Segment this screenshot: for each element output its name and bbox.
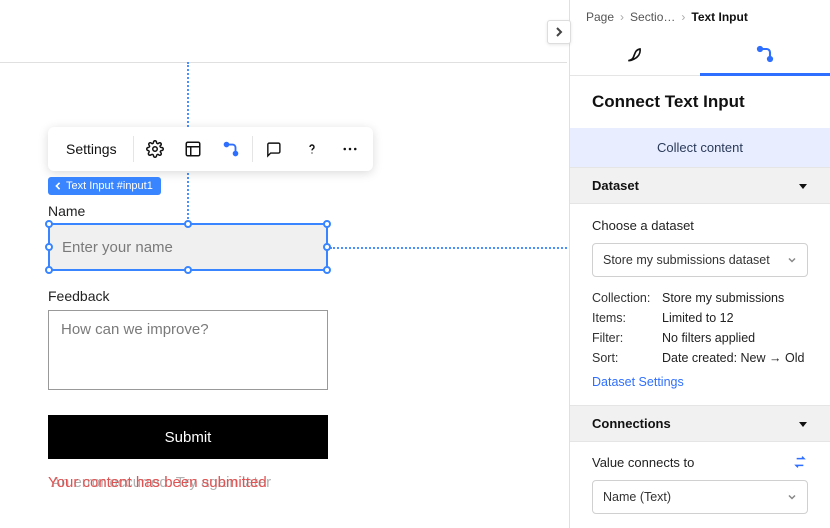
resize-handle-w[interactable] [45,243,53,251]
value-connects-row: Value connects to [570,442,830,480]
breadcrumb-current: Text Input [691,10,747,24]
editor-canvas: Settings Text Input #input1 Name Enter y… [0,0,567,528]
items-value: Limited to 12 [662,311,808,325]
element-badge[interactable]: Text Input #input1 [48,177,161,195]
breadcrumb: Page › Sectio… › Text Input [570,0,830,24]
collect-content-row[interactable]: Collect content [570,128,830,167]
chevron-down-icon [787,492,797,502]
dataset-section-body: Choose a dataset Store my submissions da… [570,204,830,405]
filter-value: No filters applied [662,331,808,345]
sort-key: Sort: [592,351,662,365]
value-field-select[interactable]: Name (Text) [592,480,808,514]
canvas-top-divider [0,62,567,63]
items-key: Items: [592,311,662,325]
gear-icon[interactable] [136,127,174,171]
toolbar-divider [133,136,134,162]
inspector-panel: Page › Sectio… › Text Input Connect Text… [569,0,830,528]
dataset-meta: Collection: Store my submissions Items: … [592,291,808,365]
connections-section-body: Name (Text) [570,480,830,528]
chevron-right-icon: › [620,10,624,24]
dataset-selected-value: Store my submissions dataset [603,253,770,267]
more-icon[interactable] [331,127,369,171]
resize-handle-n[interactable] [184,220,192,228]
name-label: Name [48,203,85,219]
layout-icon[interactable] [174,127,212,171]
toolbar-divider [252,136,253,162]
feedback-label: Feedback [48,288,109,304]
settings-button[interactable]: Settings [52,127,131,171]
name-input[interactable]: Enter your name [48,223,328,271]
name-placeholder: Enter your name [62,239,173,256]
swap-icon[interactable] [792,454,808,470]
dataset-header-label: Dataset [592,178,639,193]
connections-header-label: Connections [592,416,671,431]
dataset-settings-link[interactable]: Dataset Settings [592,375,684,389]
feedback-placeholder: How can we improve? [61,321,209,338]
sort-value: Date created: New → Old [662,351,808,365]
caret-down-icon [798,419,808,429]
tab-connect[interactable] [700,32,830,75]
comment-icon[interactable] [255,127,293,171]
panel-tabs [570,32,830,76]
collection-key: Collection: [592,291,662,305]
resize-handle-sw[interactable] [45,266,53,274]
value-connects-label: Value connects to [592,455,694,470]
resize-handle-ne[interactable] [323,220,331,228]
tab-design[interactable] [570,32,700,75]
chevron-down-icon [787,255,797,265]
resize-handle-nw[interactable] [45,220,53,228]
collection-value: Store my submissions [662,291,808,305]
feedback-textarea[interactable]: How can we improve? [48,310,328,390]
element-toolbar: Settings [48,127,373,171]
resize-handle-e[interactable] [323,243,331,251]
dataset-select[interactable]: Store my submissions dataset [592,243,808,277]
submit-label: Submit [165,429,212,446]
resize-handle-s[interactable] [184,266,192,274]
element-badge-label: Text Input #input1 [66,180,153,192]
choose-dataset-label: Choose a dataset [592,218,808,233]
filter-key: Filter: [592,331,662,345]
help-icon[interactable] [293,127,331,171]
chevron-right-icon: › [681,10,685,24]
submit-button[interactable]: Submit [48,415,328,459]
resize-handle-se[interactable] [323,266,331,274]
connections-section-header[interactable]: Connections [570,405,830,442]
horizontal-alignment-guide [330,247,567,249]
breadcrumb-page[interactable]: Page [586,10,614,24]
dataset-section-header[interactable]: Dataset [570,167,830,204]
value-field-selected: Name (Text) [603,490,671,504]
caret-down-icon [798,181,808,191]
connect-data-icon[interactable] [212,127,250,171]
success-message: Your content has been submitted [48,474,267,491]
panel-title: Connect Text Input [570,76,830,128]
breadcrumb-section[interactable]: Sectio… [630,10,675,24]
panel-collapse-toggle[interactable] [547,20,571,44]
